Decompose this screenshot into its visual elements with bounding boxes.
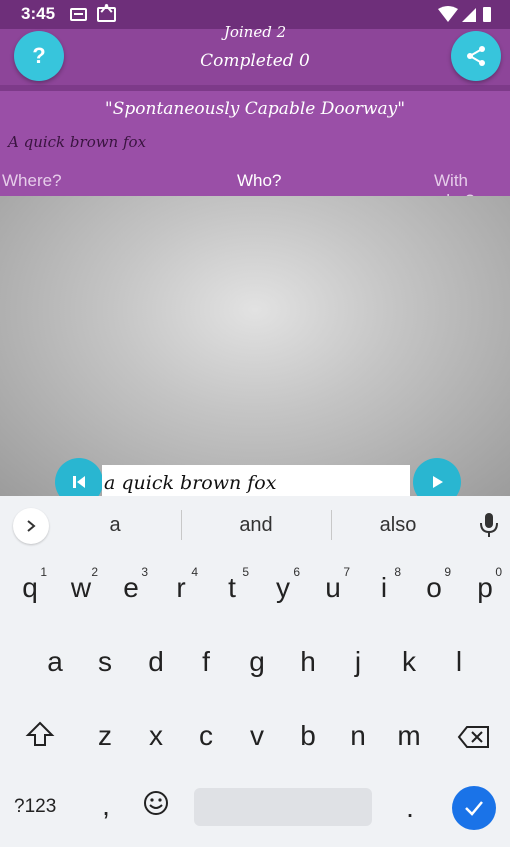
divider	[181, 510, 182, 540]
story-text: A quick brown fox	[8, 133, 147, 151]
key-b[interactable]: b	[286, 720, 330, 752]
help-button[interactable]: ?	[14, 31, 64, 81]
symbols-key[interactable]: ?123	[14, 796, 56, 818]
key-m[interactable]: m	[387, 720, 431, 752]
status-icons	[438, 6, 491, 22]
key-n[interactable]: n	[336, 720, 380, 752]
battery-icon	[483, 7, 491, 22]
check-icon	[465, 801, 483, 816]
key-g[interactable]: g	[235, 646, 279, 678]
space-key[interactable]	[194, 788, 372, 826]
key-y[interactable]: y6	[261, 565, 305, 604]
suggestion-1[interactable]: a	[45, 514, 185, 537]
joined-count: Joined 2	[223, 23, 287, 41]
skip-previous-icon	[73, 476, 85, 488]
story-canvas	[0, 196, 510, 496]
share-button[interactable]	[451, 31, 501, 81]
mic-icon[interactable]	[478, 512, 500, 538]
comma-key[interactable]: ,	[84, 790, 128, 822]
key-s[interactable]: s	[83, 646, 127, 678]
wifi-icon	[438, 6, 458, 22]
story-title: "Spontaneously Capable Doorway"	[104, 99, 406, 119]
story-header: Joined 2 Completed 0 ? "Spontaneously Ca…	[0, 23, 510, 210]
completed-count: Completed 0	[200, 51, 310, 71]
chevron-right-icon	[27, 520, 36, 532]
key-i[interactable]: i8	[362, 565, 406, 604]
key-e[interactable]: e3	[109, 565, 153, 604]
suggestion-2[interactable]: and	[186, 514, 326, 537]
stats-bar: Joined 2 Completed 0	[0, 23, 510, 85]
suggestion-bar: a and also	[0, 496, 510, 552]
key-k[interactable]: k	[387, 646, 431, 678]
backspace-icon	[457, 726, 489, 748]
backspace-key[interactable]	[452, 724, 496, 757]
key-r[interactable]: r4	[159, 565, 203, 604]
expand-toolbar-button[interactable]	[13, 508, 49, 544]
period-key[interactable]: .	[388, 792, 432, 824]
key-d[interactable]: d	[134, 646, 178, 678]
gmail-icon	[97, 7, 116, 22]
shift-key[interactable]	[18, 720, 62, 755]
emoji-key[interactable]	[134, 790, 178, 823]
question-where[interactable]: Where?	[2, 171, 62, 191]
key-t[interactable]: t5	[210, 565, 254, 604]
play-icon	[433, 476, 443, 488]
key-u[interactable]: u7	[311, 565, 355, 604]
key-a[interactable]: a	[33, 646, 77, 678]
suggestion-3[interactable]: also	[328, 514, 468, 537]
key-h[interactable]: h	[286, 646, 330, 678]
key-v[interactable]: v	[235, 720, 279, 752]
notification-icon	[70, 8, 87, 21]
key-p[interactable]: p0	[463, 565, 507, 604]
story-input[interactable]	[102, 465, 410, 498]
key-c[interactable]: c	[184, 720, 228, 752]
key-z[interactable]: z	[83, 720, 127, 752]
key-j[interactable]: j	[336, 646, 380, 678]
signal-icon	[462, 8, 476, 22]
key-o[interactable]: o9	[412, 565, 456, 604]
key-f[interactable]: f	[184, 646, 228, 678]
key-w[interactable]: w2	[59, 565, 103, 604]
done-button[interactable]	[452, 786, 496, 830]
key-x[interactable]: x	[134, 720, 178, 752]
status-time: 3:45	[21, 4, 56, 23]
shift-icon	[25, 721, 55, 746]
input-row	[0, 456, 510, 506]
question-who[interactable]: Who?	[237, 171, 281, 191]
emoji-icon	[144, 791, 168, 815]
divider	[0, 85, 510, 91]
share-icon	[467, 46, 485, 66]
key-q[interactable]: q1	[8, 565, 52, 604]
help-icon: ?	[32, 43, 46, 68]
key-l[interactable]: l	[437, 646, 481, 678]
soft-keyboard: a and also q1 w2 e3 r4 t5 y6 u7 i8 o9 p0…	[0, 496, 510, 847]
